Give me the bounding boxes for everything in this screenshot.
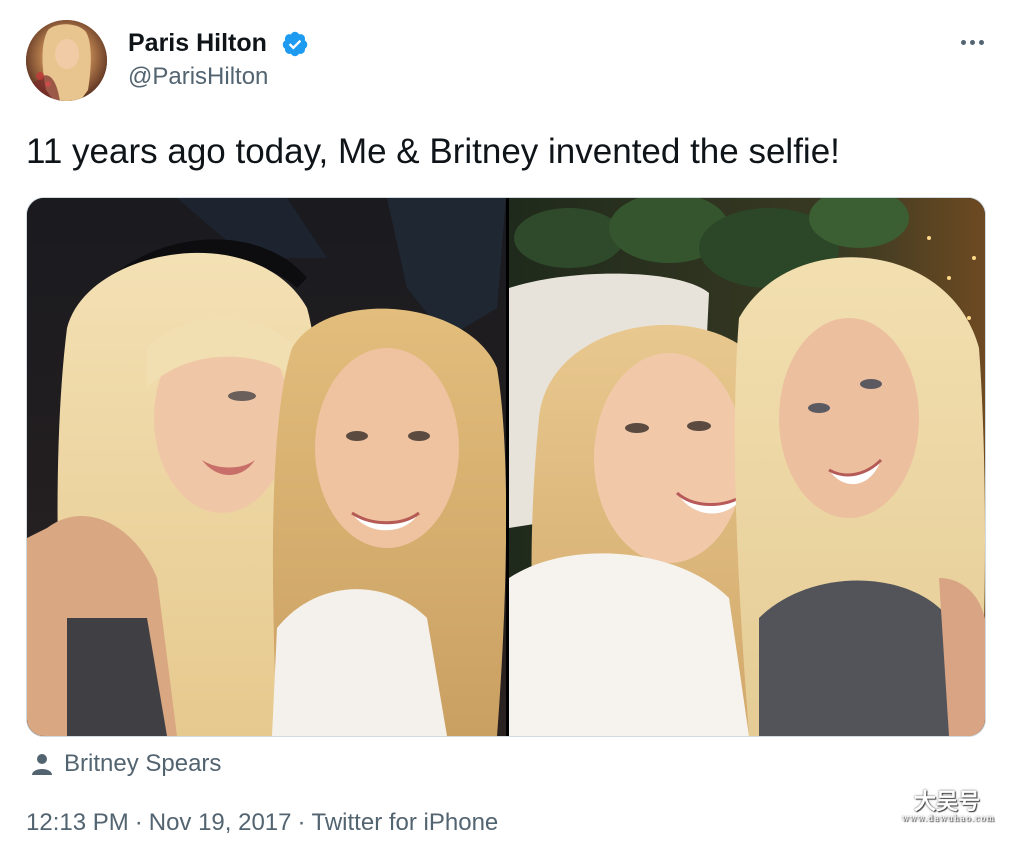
more-icon-dot — [969, 39, 975, 45]
author-avatar[interactable] — [26, 20, 107, 101]
tweet-card: Paris Hilton @ParisHilton 11 years ago t… — [0, 0, 1011, 846]
more-icon-dot — [978, 39, 984, 45]
more-icon — [960, 39, 966, 45]
tweet-date[interactable]: Nov 19, 2017 — [149, 809, 292, 836]
selfie-photo-left[interactable] — [27, 198, 506, 736]
tweet-text: 11 years ago today, Me & Britney invente… — [26, 132, 840, 171]
tweet-meta: 12:13 PM · Nov 19, 2017 · Twitter for iPhone — [26, 808, 498, 838]
meta-separator: · — [134, 809, 143, 836]
tagged-user-label[interactable]: Britney Spears — [64, 749, 221, 779]
author-handle[interactable]: @ParisHilton — [128, 63, 268, 91]
tweet-media-grid — [26, 197, 986, 737]
verified-badge-icon — [282, 31, 308, 57]
selfie-photo-right[interactable] — [509, 198, 985, 736]
more-options-button[interactable] — [952, 28, 992, 56]
watermark-logo: 大吴号 www.dawuhao.com — [902, 789, 996, 832]
watermark-subtext: www.dawuhao.com — [902, 814, 996, 823]
author-name[interactable]: Paris Hilton — [128, 28, 267, 58]
meta-separator: · — [297, 809, 306, 836]
tweet-time[interactable]: 12:13 PM — [26, 809, 129, 836]
watermark-text: 大吴号 — [913, 789, 980, 815]
tweet-source[interactable]: Twitter for iPhone — [312, 809, 499, 836]
person-icon — [32, 754, 52, 775]
